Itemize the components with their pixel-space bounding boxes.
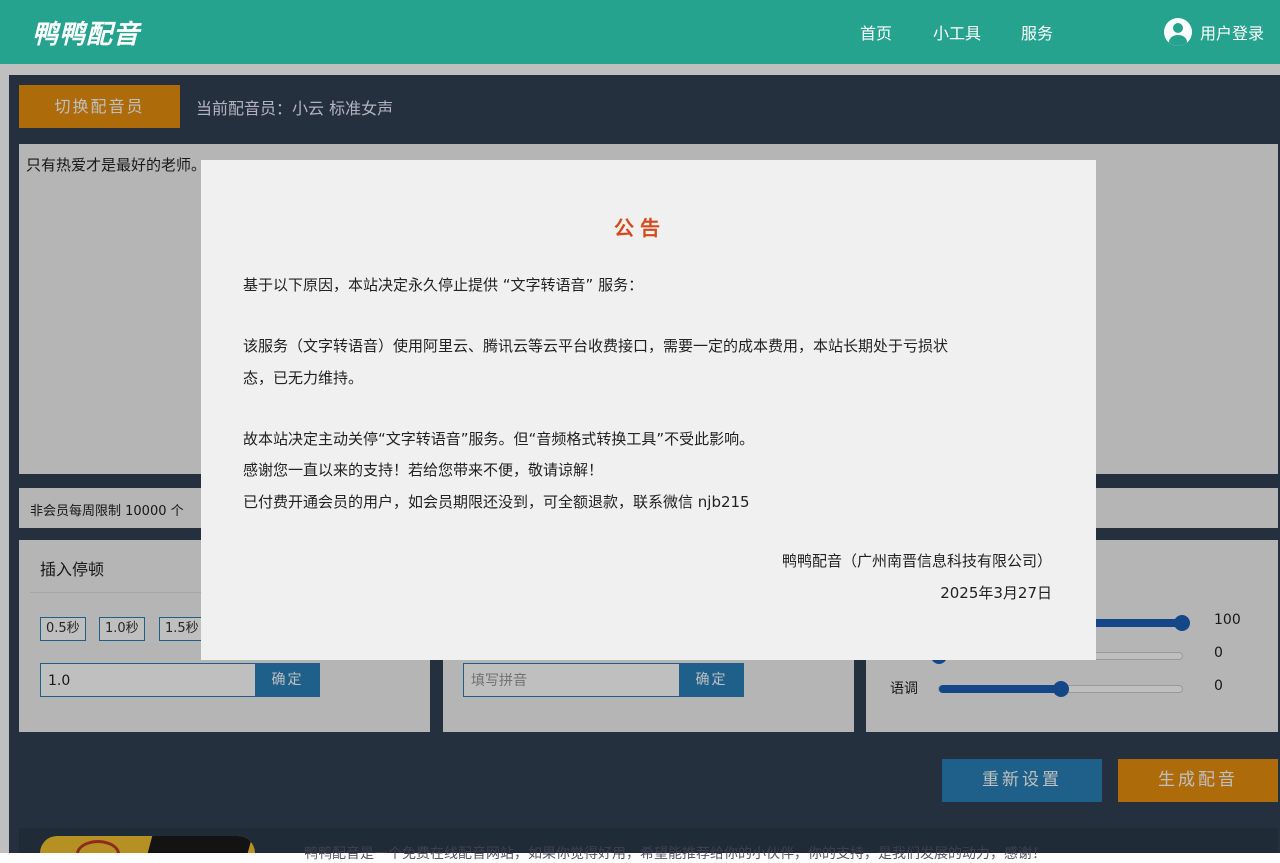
notice-reason-line-2: 态，已无力维持。 (243, 369, 364, 387)
nav-tools[interactable]: 小工具 (933, 20, 981, 44)
user-login-label: 用户登录 (1200, 24, 1265, 43)
nav-service[interactable]: 服务 (1021, 20, 1053, 44)
nav-home[interactable]: 首页 (860, 20, 892, 44)
site-logo[interactable]: 鸭鸭配音 (32, 14, 140, 51)
notice-signature: 鸭鸭配音（广州南晋信息科技有限公司） (781, 552, 1052, 570)
user-login-link[interactable]: 用户登录 (1164, 18, 1264, 46)
notice-date: 2025年3月27日 (940, 584, 1052, 602)
notice-reason-line-1: 该服务（文字转语音）使用阿里云、腾讯云等云平台收费接口，需要一定的成本费用，本站… (243, 337, 949, 355)
top-navbar: 鸭鸭配音 首页 小工具 服务 用户登录 (0, 0, 1280, 64)
user-avatar-icon (1164, 18, 1192, 46)
notice-refund: 已付费开通会员的用户，如会员期限还没到，可全额退款，联系微信 njb215 (243, 493, 750, 511)
notice-thanks: 感谢您一直以来的支持！若给您带来不便，敬请谅解！ (243, 461, 604, 479)
notice-decision: 故本站决定主动关停“文字转语音”服务。但“音频格式转换工具”不受此影响。 (243, 430, 755, 448)
notice-intro: 基于以下原因，本站决定永久停止提供 “文字转语音” 服务： (243, 276, 644, 294)
notice-title: 公告 (614, 216, 666, 240)
